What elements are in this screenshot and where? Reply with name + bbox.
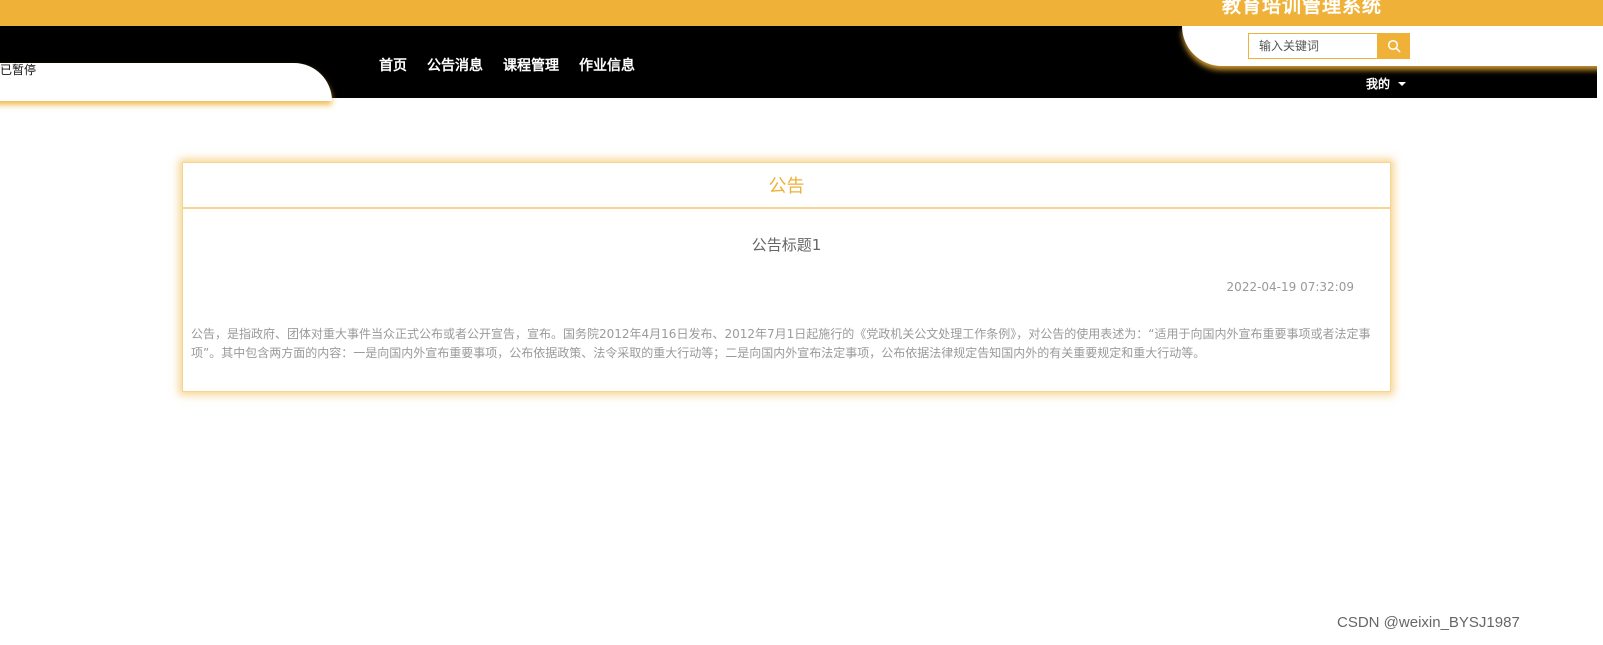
notice-card: 公告 公告标题1 2022-04-19 07:32:09 公告，是指政府、团体对… xyxy=(182,162,1391,392)
search-button[interactable] xyxy=(1377,33,1410,59)
notice-content: 公告，是指政府、团体对重大事件当众正式公布或者公开宣告，宣布。国务院2012年4… xyxy=(191,327,1371,360)
page: 教育培训管理系统 已暂停 首页 公告消息 课程管理 作业信息 我的 公告 公告标… xyxy=(0,0,1603,645)
top-banner: 教育培训管理系统 xyxy=(0,0,1603,26)
caret-down-icon xyxy=(1398,81,1407,86)
notice-section-title: 公告 xyxy=(768,176,805,197)
nav-course-management[interactable]: 课程管理 xyxy=(503,55,559,75)
left-decor-pill xyxy=(0,63,332,101)
nav-homework-info[interactable]: 作业信息 xyxy=(579,55,635,75)
watermark: CSDN @weixin_BYSJ1987 xyxy=(1337,614,1520,631)
main-nav: 首页 公告消息 课程管理 作业信息 xyxy=(379,54,635,76)
notice-card-header: 公告 xyxy=(183,163,1390,209)
search-input[interactable] xyxy=(1248,33,1377,59)
search-box xyxy=(1248,33,1410,59)
user-menu-label: 我的 xyxy=(1366,77,1391,91)
paused-label: 已暂停 xyxy=(0,63,37,77)
nav-home[interactable]: 首页 xyxy=(379,55,407,75)
notice-title: 公告标题1 xyxy=(751,236,822,254)
right-edge xyxy=(1597,26,1603,98)
nav-notices[interactable]: 公告消息 xyxy=(427,55,483,75)
search-icon xyxy=(1387,39,1400,53)
notice-time: 2022-04-19 07:32:09 xyxy=(1226,280,1354,294)
user-menu[interactable]: 我的 xyxy=(1366,75,1407,92)
site-title: 教育培训管理系统 xyxy=(1222,0,1383,17)
